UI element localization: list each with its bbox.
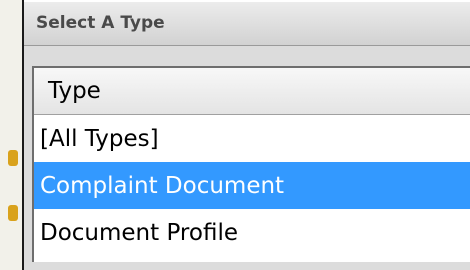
list-item-complaint-document[interactable]: Complaint Document: [34, 162, 470, 209]
folder-icon: [8, 205, 18, 221]
type-list[interactable]: Type [All Types] Complaint Document Docu…: [32, 66, 470, 262]
dialog-title: Select A Type: [36, 13, 165, 33]
type-column-header[interactable]: Type: [34, 68, 470, 115]
select-type-dialog: Select A Type Type [All Types] Complaint…: [24, 0, 470, 270]
list-item-all-types[interactable]: [All Types]: [34, 115, 470, 162]
background-window-edge: [0, 0, 24, 270]
dialog-title-bar[interactable]: Select A Type: [24, 0, 470, 46]
list-item-document-profile[interactable]: Document Profile: [34, 209, 470, 256]
folder-icon: [8, 150, 18, 166]
